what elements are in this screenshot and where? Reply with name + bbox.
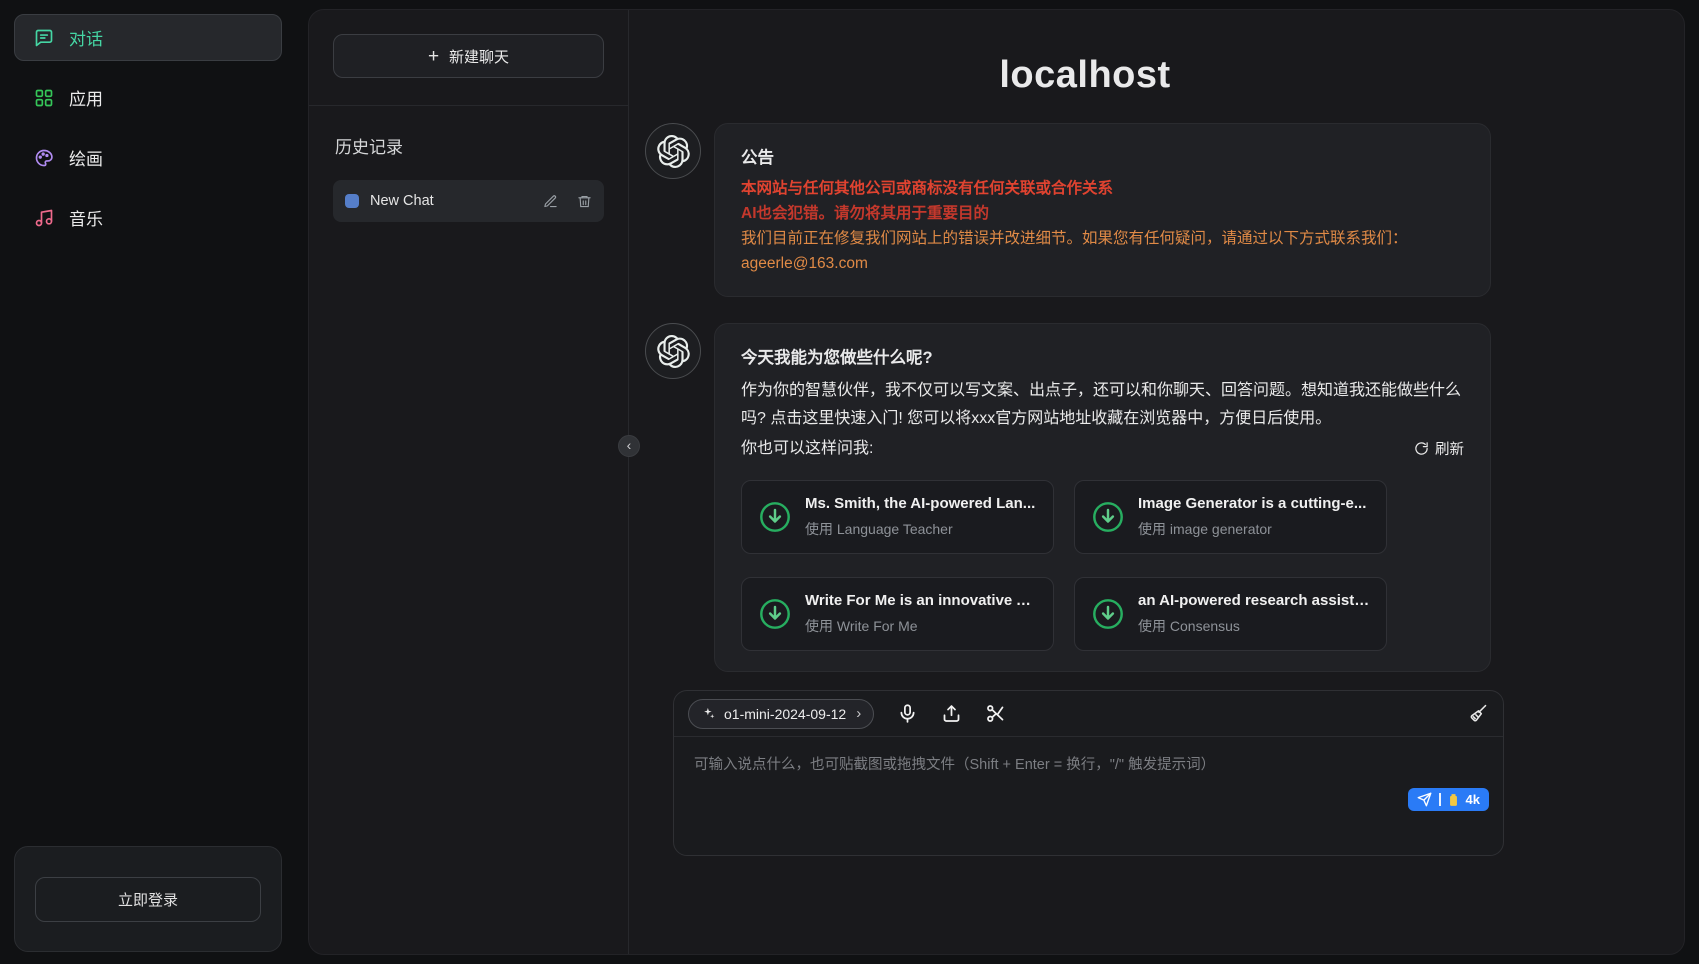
delete-icon[interactable] [577, 194, 592, 209]
suggestion-title: Write For Me is an innovative A... [805, 592, 1037, 609]
history-item[interactable]: New Chat [333, 180, 604, 222]
sidebar-item-label: 绘画 [69, 145, 103, 170]
palette-icon [34, 148, 54, 168]
suggestion-subtitle: 使用 image generator [1138, 519, 1366, 539]
welcome-body: 作为你的智慧伙伴，我不仅可以写文案、出点子，还可以和你聊天、回答问题。想知道我还… [741, 377, 1464, 431]
refresh-suggestions-button[interactable]: 刷新 [1414, 438, 1464, 459]
openai-logo-icon [657, 135, 690, 168]
app-root: 对话 应用 绘画 音乐 立即登录 [0, 0, 1699, 964]
sparkle-icon [701, 706, 716, 721]
new-chat-button[interactable]: + 新建聊天 [333, 34, 604, 78]
model-selector[interactable]: o1-mini-2024-09-12 › [688, 699, 874, 729]
suggestion-title: Image Generator is a cutting-e... [1138, 495, 1366, 512]
music-note-icon [34, 208, 54, 228]
chat-bubble-icon [34, 28, 54, 48]
send-plane-icon [1417, 792, 1432, 807]
circle-arrow-down-icon [758, 597, 792, 631]
message-input[interactable]: 可输入说点什么，也可贴截图或拖拽文件（Shift + Enter = 换行，"/… [674, 737, 1503, 855]
send-token-badge[interactable]: 4k [1408, 788, 1489, 811]
announcement-line: AI也会犯错。请勿将其用于重要目的 [741, 201, 1464, 226]
upload-button[interactable] [941, 703, 962, 724]
scissors-button[interactable] [985, 703, 1006, 724]
suggestion-subtitle: 使用 Language Teacher [805, 519, 1035, 539]
clear-context-broom-button[interactable] [1468, 703, 1489, 724]
chevron-right-icon: › [856, 706, 861, 721]
history-item-title: New Chat [370, 193, 434, 209]
suggestion-grid: Ms. Smith, the AI-powered Lan... 使用 Lang… [741, 480, 1464, 651]
sidebar-item-drawing[interactable]: 绘画 [14, 134, 282, 181]
apps-grid-icon [34, 88, 54, 108]
suggestion-title: Ms. Smith, the AI-powered Lan... [805, 495, 1035, 512]
suggestion-card[interactable]: Image Generator is a cutting-e... 使用 ima… [1074, 480, 1387, 554]
composer: o1-mini-2024-09-12 › [673, 690, 1504, 856]
history-body: 历史记录 New Chat [309, 106, 628, 222]
login-button[interactable]: 立即登录 [35, 877, 261, 922]
suggestion-title: an AI-powered research assista... [1138, 592, 1370, 609]
sidebar-item-label: 应用 [69, 85, 103, 110]
suggestion-card[interactable]: Write For Me is an innovative A... 使用 Wr… [741, 577, 1054, 651]
refresh-label: 刷新 [1435, 438, 1464, 459]
circle-arrow-down-icon [1091, 500, 1125, 534]
edit-icon[interactable] [543, 194, 558, 209]
collapse-sidebar-button[interactable]: ‹ [618, 435, 640, 457]
sidebar-item-label: 对话 [69, 25, 103, 50]
model-label: o1-mini-2024-09-12 [724, 706, 846, 722]
history-heading: 历史记录 [335, 133, 602, 158]
message-announcement: 公告 本网站与任何其他公司或商标没有任何关联或合作关系 AI也会犯错。请勿将其用… [645, 123, 1491, 297]
suggestion-subtitle: 使用 Write For Me [805, 616, 1037, 636]
message-welcome: 今天我能为您做些什么呢? 作为你的智慧伙伴，我不仅可以写文案、出点子，还可以和你… [645, 323, 1491, 672]
chevron-left-icon: ‹ [627, 438, 632, 452]
battery-icon [1448, 793, 1459, 807]
circle-arrow-down-icon [758, 500, 792, 534]
sidebar-item-apps[interactable]: 应用 [14, 74, 282, 121]
suggestion-subtitle: 使用 Consensus [1138, 616, 1370, 636]
plus-icon: + [428, 47, 439, 66]
login-panel: 立即登录 [14, 846, 282, 952]
contact-email[interactable]: ageerle@163.com [741, 251, 1464, 276]
assistant-avatar [645, 323, 701, 379]
token-count: 4k [1466, 792, 1480, 807]
chat-panel: localhost 公告 本网站与任何其他公司或商标没有任何关联或合作关系 AI… [629, 10, 1684, 954]
badge-divider [1439, 793, 1441, 806]
openai-logo-icon [657, 335, 690, 368]
sidebar-item-music[interactable]: 音乐 [14, 194, 282, 241]
sidebar-item-chat[interactable]: 对话 [14, 14, 282, 61]
refresh-icon [1414, 441, 1429, 456]
sidebar: 对话 应用 绘画 音乐 立即登录 [0, 0, 296, 964]
announcement-bubble: 公告 本网站与任何其他公司或商标没有任何关联或合作关系 AI也会犯错。请勿将其用… [714, 123, 1491, 297]
welcome-heading: 今天我能为您做些什么呢? [741, 344, 1464, 368]
history-top: + 新建聊天 [309, 10, 628, 106]
page-title: localhost [645, 54, 1525, 97]
main-container: + 新建聊天 历史记录 New Chat [308, 9, 1685, 955]
chat-color-swatch-icon [345, 194, 359, 208]
suggestion-card[interactable]: Ms. Smith, the AI-powered Lan... 使用 Lang… [741, 480, 1054, 554]
announcement-line: 本网站与任何其他公司或商标没有任何关联或合作关系 [741, 176, 1464, 201]
suggestion-card[interactable]: an AI-powered research assista... 使用 Con… [1074, 577, 1387, 651]
sidebar-item-label: 音乐 [69, 205, 103, 230]
composer-toolbar: o1-mini-2024-09-12 › [674, 691, 1503, 737]
ask-hint: 你也可以这样问我: [741, 435, 873, 462]
new-chat-label: 新建聊天 [449, 46, 509, 67]
circle-arrow-down-icon [1091, 597, 1125, 631]
announcement-line: 我们目前正在修复我们网站上的错误并改进细节。如果您有任何疑问，请通过以下方式联系… [741, 226, 1464, 251]
announcement-heading: 公告 [741, 144, 1464, 168]
microphone-button[interactable] [897, 703, 918, 724]
assistant-avatar [645, 123, 701, 179]
input-placeholder: 可输入说点什么，也可贴截图或拖拽文件（Shift + Enter = 换行，"/… [694, 757, 1215, 773]
welcome-bubble: 今天我能为您做些什么呢? 作为你的智慧伙伴，我不仅可以写文案、出点子，还可以和你… [714, 323, 1491, 672]
history-panel: + 新建聊天 历史记录 New Chat [309, 10, 629, 954]
